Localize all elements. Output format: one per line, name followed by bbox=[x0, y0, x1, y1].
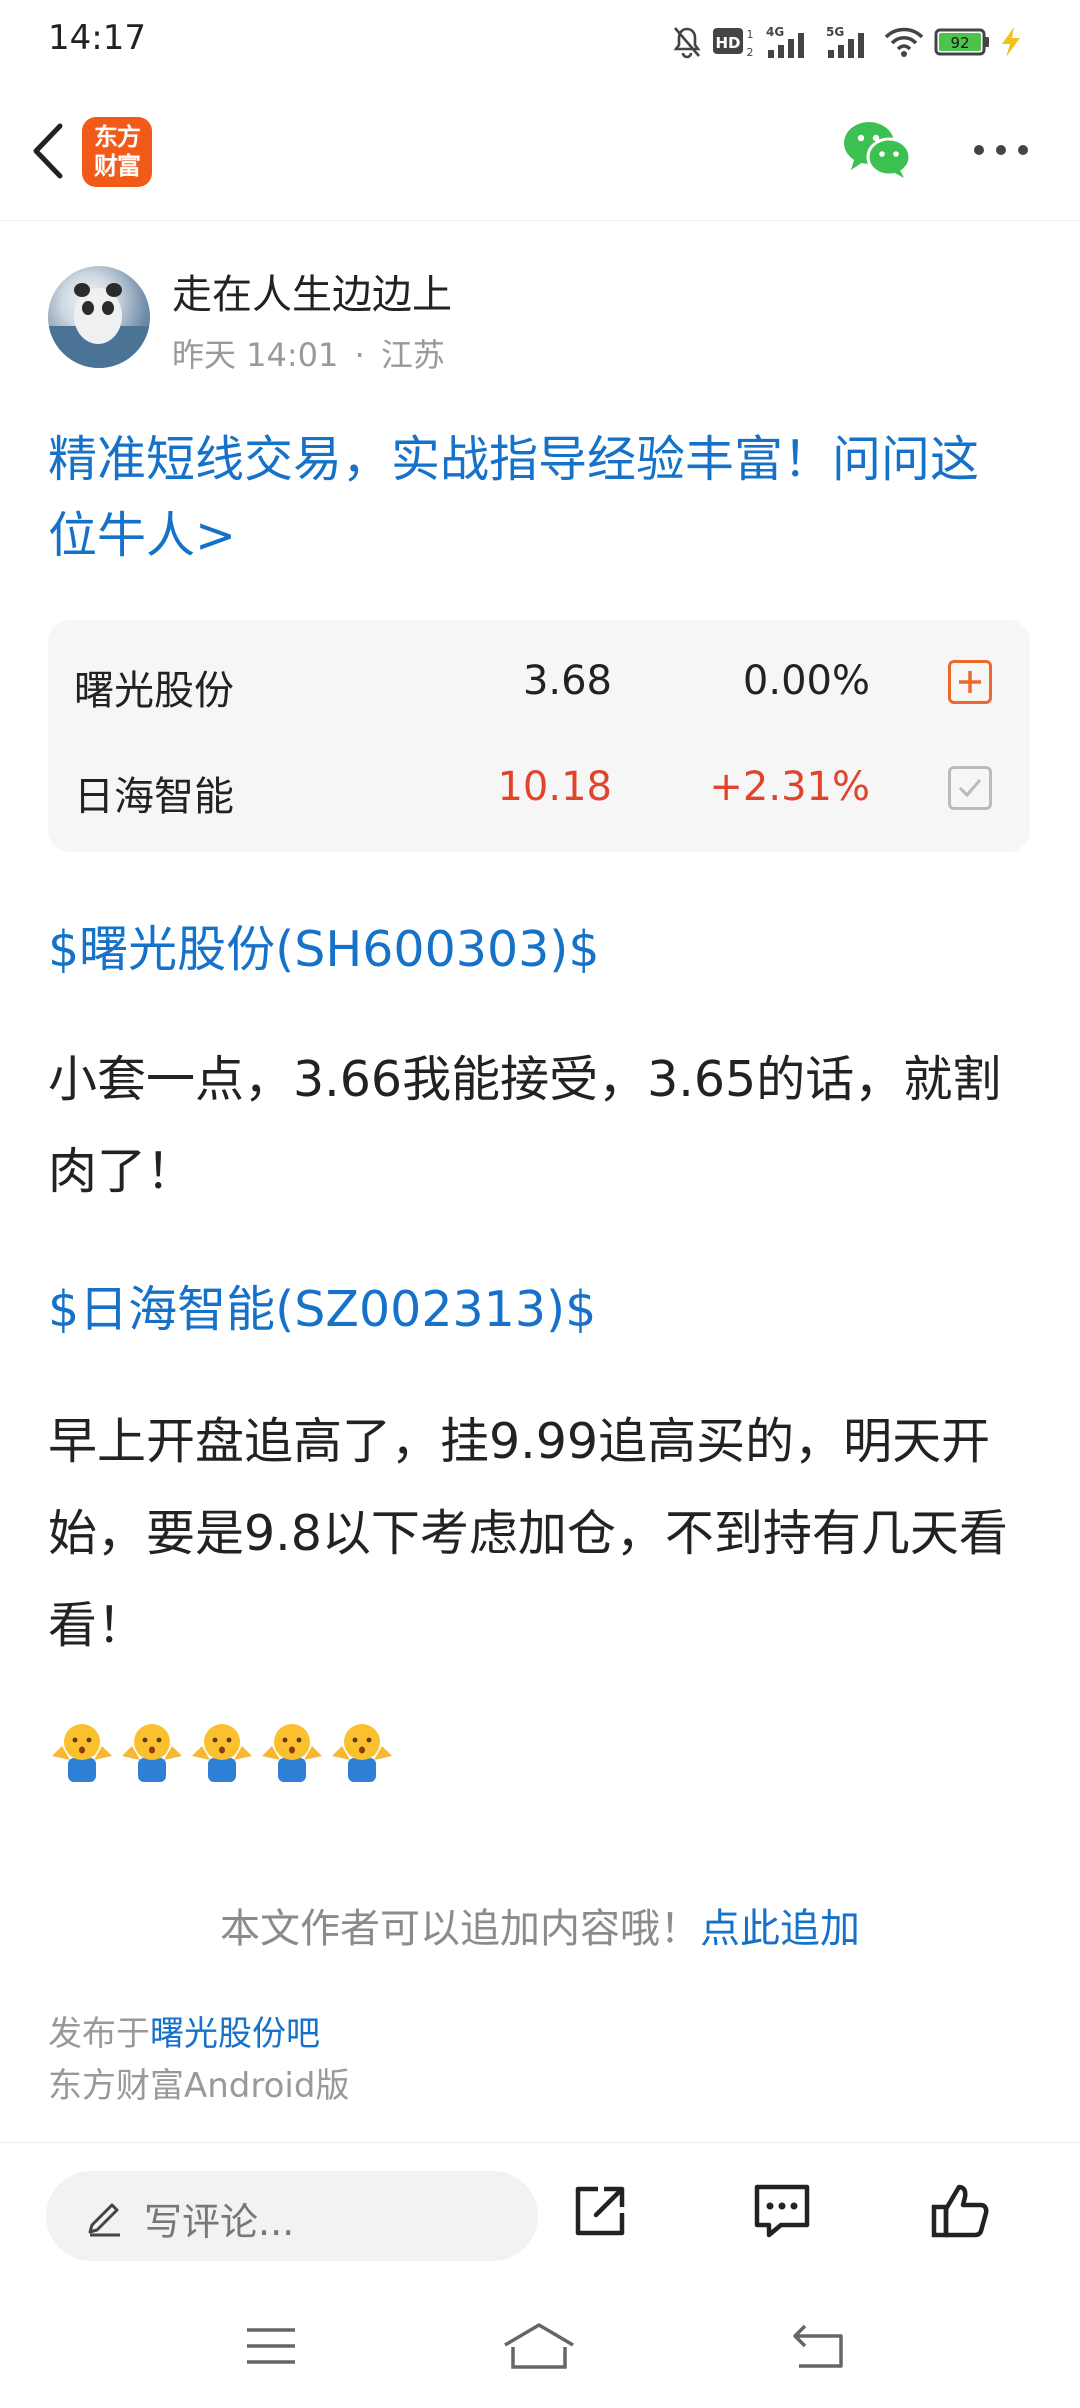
in-watchlist-button[interactable] bbox=[948, 766, 992, 810]
stock-row[interactable]: 曙光股份 3.68 0.00% bbox=[48, 630, 1030, 734]
meta-separator: · bbox=[354, 336, 365, 374]
svg-text:2: 2 bbox=[747, 46, 754, 59]
bottom-action-bar: 写评论... bbox=[0, 2142, 1080, 2285]
client-source: 东方财富Android版 bbox=[48, 2066, 350, 2106]
post-time: 昨天 14:01 bbox=[172, 336, 339, 374]
stock-price: 3.68 bbox=[522, 658, 612, 704]
shrug-emoji bbox=[122, 1724, 182, 1782]
checked-icon bbox=[958, 779, 982, 798]
stock-price: 10.18 bbox=[497, 764, 612, 810]
svg-text:HD: HD bbox=[715, 34, 740, 52]
stock-name: 曙光股份 bbox=[74, 668, 234, 714]
svg-text:1: 1 bbox=[747, 28, 754, 41]
status-time: 14:17 bbox=[48, 18, 146, 58]
promo-link[interactable]: 精准短线交易，实战指导经验丰富！问问这位牛人> bbox=[48, 422, 1008, 574]
top-nav: 东方 财富 bbox=[0, 96, 1080, 221]
wechat-icon bbox=[844, 122, 912, 178]
comment-button[interactable] bbox=[742, 2171, 822, 2251]
battery-icon: 92 bbox=[934, 22, 992, 62]
svg-text:4G: 4G bbox=[766, 25, 784, 39]
like-button[interactable] bbox=[920, 2171, 1000, 2251]
stock-tag-link[interactable]: $曙光股份(SH600303)$ bbox=[48, 910, 600, 981]
svg-text:5G: 5G bbox=[826, 25, 844, 39]
system-nav-bar bbox=[0, 2284, 1080, 2408]
logo-line-2: 财富 bbox=[94, 152, 141, 180]
stock-name: 日海智能 bbox=[74, 774, 234, 820]
append-link[interactable]: 点此追加 bbox=[700, 1906, 860, 1952]
shrug-emoji bbox=[52, 1724, 112, 1782]
post-paragraph: 早上开盘追高了，挂9.99追高买的，明天开始，要是9.8以下考虑加仓，不到持有几… bbox=[48, 1413, 1008, 1654]
comment-placeholder: 写评论... bbox=[144, 2200, 295, 2244]
logo-line-1: 东方 bbox=[94, 123, 141, 151]
menu-button[interactable] bbox=[226, 2314, 316, 2378]
app-logo[interactable]: 东方 财富 bbox=[82, 117, 152, 187]
post-meta: 昨天 14:01 · 江苏 bbox=[172, 330, 445, 376]
home-icon bbox=[504, 2323, 574, 2369]
signal-5g-icon: 5G bbox=[824, 22, 874, 62]
back-nav-button[interactable] bbox=[774, 2314, 864, 2378]
more-dots-icon bbox=[974, 145, 1028, 155]
shrug-emoji bbox=[262, 1724, 322, 1782]
signal-4g-icon: 4G bbox=[764, 22, 810, 62]
back-button[interactable] bbox=[20, 116, 76, 186]
bell-off-icon bbox=[672, 22, 702, 62]
stock-change: +2.31% bbox=[709, 764, 870, 810]
forum-link[interactable]: 曙光股份吧 bbox=[150, 2014, 320, 2054]
author-name[interactable]: 走在人生边边上 bbox=[172, 262, 452, 320]
hd-icon: HD 1 2 bbox=[712, 22, 756, 62]
append-notice: 本文作者可以追加内容哦！点此追加 bbox=[0, 1896, 1080, 1954]
wifi-icon bbox=[884, 22, 924, 62]
chevron-left-icon bbox=[33, 123, 63, 179]
home-button[interactable] bbox=[494, 2314, 584, 2378]
like-icon bbox=[931, 2184, 989, 2238]
more-button[interactable] bbox=[966, 126, 1036, 174]
back-icon bbox=[793, 2324, 843, 2368]
share-icon bbox=[575, 2186, 625, 2236]
charging-icon bbox=[996, 22, 1026, 62]
posted-in-prefix: 发布于 bbox=[48, 2014, 150, 2054]
comment-input[interactable]: 写评论... bbox=[46, 2171, 538, 2261]
post-location: 江苏 bbox=[380, 336, 445, 374]
wechat-share-button[interactable] bbox=[842, 118, 912, 180]
comment-icon bbox=[754, 2184, 810, 2238]
stock-row[interactable]: 日海智能 10.18 +2.31% bbox=[48, 736, 1030, 840]
stock-tag-link[interactable]: $日海智能(SZ002313)$ bbox=[48, 1270, 596, 1341]
stock-card: 曙光股份 3.68 0.00% 日海智能 10.18 +2.31% bbox=[48, 620, 1030, 852]
append-notice-text: 本文作者可以追加内容哦！ bbox=[220, 1906, 700, 1952]
author-avatar[interactable] bbox=[48, 266, 150, 368]
posted-in: 发布于曙光股份吧 bbox=[48, 2006, 320, 2055]
pencil-icon bbox=[88, 2203, 120, 2237]
stock-change: 0.00% bbox=[742, 658, 870, 704]
add-icon bbox=[959, 671, 981, 693]
avatar-image bbox=[48, 283, 150, 368]
share-button[interactable] bbox=[560, 2171, 640, 2251]
menu-icon bbox=[247, 2328, 295, 2364]
status-bar: 14:17 HD 1 2 4G 5G 92 bbox=[0, 0, 1080, 82]
svg-text:92: 92 bbox=[950, 34, 969, 52]
emoji-row bbox=[48, 1720, 396, 1800]
post-paragraph: 小套一点，3.66我能接受，3.65的话，就割肉了！ bbox=[48, 1051, 1002, 1200]
shrug-emoji bbox=[192, 1724, 252, 1782]
shrug-emoji bbox=[332, 1724, 392, 1782]
add-watchlist-button[interactable] bbox=[948, 660, 992, 704]
